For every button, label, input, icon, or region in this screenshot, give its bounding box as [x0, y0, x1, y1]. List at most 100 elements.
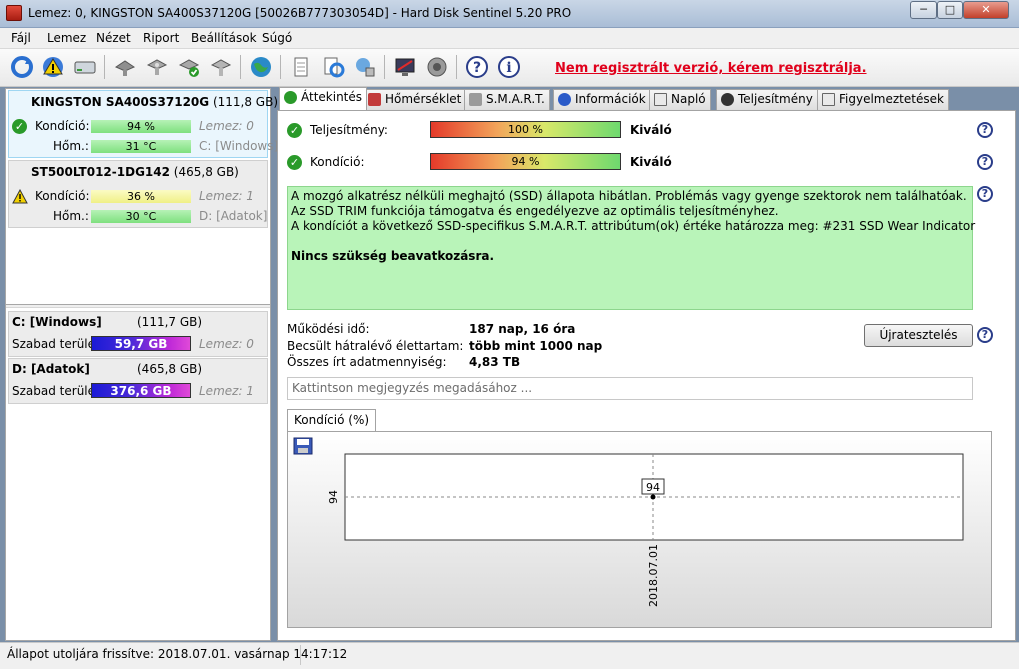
- info-icon: i: [498, 56, 520, 78]
- document-icon: [654, 93, 667, 106]
- sync-document-icon: [324, 57, 345, 78]
- network-button[interactable]: [350, 52, 380, 82]
- alerts-button[interactable]: [390, 52, 420, 82]
- status-description-box: A mozgó alkatrész nélküli meghajtó (SSD)…: [287, 186, 975, 310]
- title-bar: Lemez: 0, KINGSTON SA400S37120G [50026B7…: [0, 0, 1019, 28]
- web-button[interactable]: [246, 52, 276, 82]
- tab-log[interactable]: Napló: [649, 89, 711, 110]
- retest-button[interactable]: Újratesztelés: [864, 324, 973, 347]
- disk-surface-icon: [146, 59, 168, 75]
- disk-list-panel: KINGSTON SA400S37120G (111,8 GB) ✓ Kondí…: [5, 88, 278, 641]
- help-icon[interactable]: ?: [977, 186, 993, 202]
- toolbar: ? i Nem regisztrált verzió, kérem regisz…: [0, 49, 1019, 87]
- report-button[interactable]: [286, 52, 316, 82]
- minimize-button[interactable]: ─: [910, 1, 937, 19]
- register-link[interactable]: Nem regisztrált verzió, kérem regisztrál…: [555, 61, 867, 76]
- free-space-label: Szabad terület: [12, 337, 100, 351]
- refresh-icon: [11, 56, 33, 78]
- chart-tab-health[interactable]: Kondíció (%): [287, 409, 377, 431]
- tab-performance[interactable]: Teljesítmény: [716, 89, 818, 110]
- alert-document-icon: [822, 93, 835, 106]
- health-rating: Kiváló: [630, 155, 672, 169]
- chart-plot: 94 94 2018.07.01: [327, 453, 964, 607]
- sync-button[interactable]: [318, 52, 348, 82]
- ok-check-icon: ✓: [287, 123, 302, 138]
- info-text: A mozgó alkatrész nélküli meghajtó (SSD)…: [291, 189, 967, 203]
- document-icon: [294, 57, 308, 77]
- tab-strip: Áttekintés Hőmérséklet S.M.A.R.T. Inform…: [277, 87, 1017, 110]
- menu-help[interactable]: Súgó: [262, 31, 292, 45]
- tab-alerts[interactable]: Figyelmeztetések: [817, 89, 949, 110]
- volume-disk: Lemez: 0: [199, 337, 254, 351]
- menu-report[interactable]: Riport: [143, 31, 179, 45]
- written-label: Összes írt adatmennyiség:: [287, 355, 447, 369]
- health-label: Kondíció:: [310, 155, 365, 169]
- disk-button[interactable]: [70, 52, 100, 82]
- alert-button[interactable]: [38, 52, 68, 82]
- close-button[interactable]: ✕: [963, 1, 1009, 19]
- volume-name: D: [Adatok]: [12, 362, 90, 376]
- app-icon: [6, 5, 22, 21]
- overview-panel: ✓ Teljesítmény: 100 % Kiváló ? ✓ Kondíci…: [277, 110, 1016, 641]
- disk-size: (111,8 GB): [212, 95, 279, 109]
- maximize-button[interactable]: □: [937, 1, 963, 19]
- network-globe-icon: [356, 58, 375, 77]
- help-icon[interactable]: ?: [977, 154, 993, 170]
- lifetime-value: több mint 1000 nap: [469, 339, 603, 353]
- free-space-label: Szabad terület: [12, 384, 100, 398]
- surface-test-button[interactable]: [142, 52, 172, 82]
- info-button[interactable]: i: [494, 52, 524, 82]
- volume-card-d[interactable]: D: [Adatok] (465,8 GB) Szabad terület 37…: [8, 358, 268, 404]
- temperature-label: Hőm.:: [53, 209, 89, 223]
- condition-bar: 36 %: [91, 190, 191, 203]
- data-point: [650, 494, 656, 500]
- note-input[interactable]: Kattintson megjegyzés megadásához ...: [287, 377, 973, 400]
- splitter[interactable]: [6, 304, 270, 308]
- toolbar-separator: [280, 55, 281, 79]
- menu-disk[interactable]: Lemez: [47, 31, 86, 45]
- menu-file[interactable]: Fájl: [11, 31, 31, 45]
- disk-card-1[interactable]: ST500LT012-1DG142 (465,8 GB) Kondíció: 3…: [8, 160, 268, 228]
- svg-text:i: i: [506, 60, 511, 76]
- uptime-value: 187 nap, 16 óra: [469, 322, 576, 336]
- temperature-label: Hőm.:: [53, 139, 89, 153]
- help-button[interactable]: ?: [462, 52, 492, 82]
- sound-button[interactable]: [422, 52, 452, 82]
- volume-name: C: [Windows]: [12, 315, 102, 329]
- menu-view[interactable]: Nézet: [96, 31, 131, 45]
- toolbar-separator: [104, 55, 105, 79]
- disk-volume: C: [Windows]: [199, 139, 279, 153]
- refresh-button[interactable]: [7, 52, 37, 82]
- health-chart: 94 94 2018.07.01: [287, 431, 992, 628]
- disk-tool-icon: [210, 59, 232, 76]
- help-icon[interactable]: ?: [977, 327, 993, 343]
- x-tick-label: 2018.07.01: [647, 544, 660, 607]
- disk-check-icon: [178, 59, 200, 77]
- smart-test-button[interactable]: [110, 52, 140, 82]
- tab-overview[interactable]: Áttekintés: [279, 87, 368, 110]
- volume-size: (465,8 GB): [137, 362, 203, 376]
- disk-model: ST500LT012-1DG142: [31, 165, 170, 179]
- tab-information[interactable]: Információk: [553, 89, 651, 110]
- help-icon: ?: [466, 56, 488, 78]
- verify-button[interactable]: [174, 52, 204, 82]
- info-icon: [558, 93, 571, 106]
- toolbar-separator: [384, 55, 385, 79]
- free-space-bar: 59,7 GB: [91, 336, 191, 351]
- disk-card-0[interactable]: KINGSTON SA400S37120G (111,8 GB) ✓ Kondí…: [8, 90, 278, 158]
- menu-settings[interactable]: Beállítások: [191, 31, 257, 45]
- performance-label: Teljesítmény:: [310, 123, 388, 137]
- tab-temperature[interactable]: Hőmérséklet: [363, 89, 467, 110]
- performance-rating: Kiváló: [630, 123, 672, 137]
- window-title: Lemez: 0, KINGSTON SA400S37120G [50026B7…: [28, 6, 572, 20]
- tools-button[interactable]: [206, 52, 236, 82]
- info-text: Az SSD TRIM funkciója támogatva és enged…: [291, 204, 779, 218]
- status-text: Állapot utoljára frissítve: 2018.07.01. …: [7, 647, 348, 661]
- volume-card-c[interactable]: C: [Windows] (111,7 GB) Szabad terület 5…: [8, 311, 268, 357]
- data-label: 94: [646, 481, 660, 494]
- help-icon[interactable]: ?: [977, 122, 993, 138]
- monitor-alert-icon: [395, 58, 415, 76]
- disk-model: KINGSTON SA400S37120G: [31, 95, 210, 109]
- tab-smart[interactable]: S.M.A.R.T.: [464, 89, 550, 110]
- status-bar: Állapot utoljára frissítve: 2018.07.01. …: [0, 642, 1019, 669]
